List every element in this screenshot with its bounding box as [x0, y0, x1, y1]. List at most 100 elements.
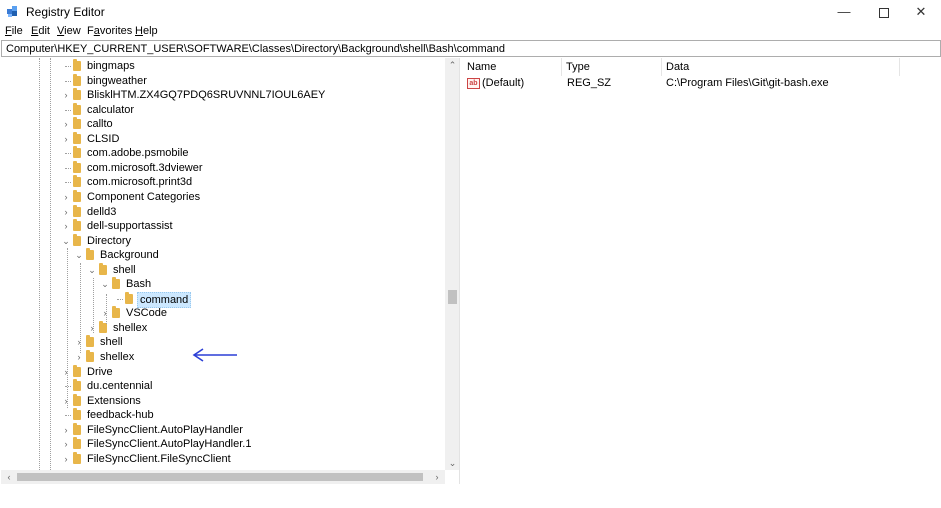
folder-icon [73, 233, 81, 246]
chevron-right-icon[interactable]: › [74, 350, 84, 364]
tree-item-label[interactable]: du.centennial [85, 379, 154, 393]
tree-item[interactable]: › CLSID [1, 131, 446, 147]
chevron-right-icon[interactable]: › [61, 452, 71, 466]
tree-item-label[interactable]: bingmaps [85, 59, 137, 73]
folder-icon [73, 117, 81, 130]
chevron-right-icon[interactable]: › [61, 190, 71, 204]
tree-item[interactable]: › dell-supportassist [1, 219, 446, 234]
scroll-right-icon[interactable]: › [431, 470, 443, 484]
chevron-right-icon[interactable]: › [61, 88, 71, 102]
folder-icon [73, 102, 81, 115]
address-bar[interactable]: Computer\HKEY_CURRENT_USER\SOFTWARE\Clas… [1, 40, 941, 57]
folder-icon [99, 320, 107, 333]
tree-item-label[interactable]: Extensions [85, 394, 143, 408]
tree-item[interactable]: › Component Categories [1, 189, 446, 205]
tree-item-label[interactable]: feedback-hub [85, 408, 156, 422]
chevron-right-icon[interactable]: › [74, 335, 84, 349]
chevron-down-icon[interactable]: ⌄ [87, 263, 97, 277]
chevron-right-icon[interactable]: › [61, 205, 71, 219]
chevron-right-icon[interactable]: › [61, 394, 71, 408]
chevron-right-icon[interactable]: › [100, 306, 110, 320]
chevron-right-icon[interactable]: › [61, 365, 71, 379]
tree-item-label[interactable]: Directory [85, 234, 133, 248]
tree-item-label[interactable]: bingweather [85, 74, 149, 88]
chevron-right-icon[interactable]: › [61, 117, 71, 131]
tree-item-label[interactable]: VSCode [124, 306, 169, 320]
maximize-button[interactable] [866, 2, 902, 22]
value-type: REG_SZ [567, 77, 612, 89]
chevron-right-icon[interactable]: › [61, 219, 71, 233]
tree-connector [65, 415, 71, 417]
tree-item[interactable]: com.microsoft.3dviewer [1, 160, 446, 176]
close-button[interactable]: ✕ [903, 2, 939, 22]
chevron-right-icon[interactable]: › [61, 423, 71, 437]
tree-item[interactable]: bingmaps [1, 59, 446, 74]
chevron-right-icon[interactable]: › [61, 437, 71, 451]
tree-item-label[interactable]: FileSyncClient.AutoPlayHandler.1 [85, 437, 253, 451]
chevron-right-icon[interactable]: › [61, 132, 71, 146]
tree-item-label[interactable]: Drive [85, 365, 115, 379]
tree-item-label[interactable]: callto [85, 117, 115, 131]
chevron-down-icon[interactable]: ⌄ [74, 248, 84, 262]
menu-file[interactable]: File [5, 25, 23, 37]
column-header-name[interactable]: Name [463, 58, 562, 76]
menu-help[interactable]: Help [135, 25, 158, 37]
folder-icon [86, 248, 94, 261]
tree-item[interactable]: feedback-hub [1, 408, 446, 423]
tree-connector [65, 153, 71, 155]
folder-icon [73, 364, 81, 377]
registry-tree: bingmaps bingweather › BlisklHTM.ZX4GQ7PDQ6… [1, 58, 460, 484]
tree-item-label[interactable]: delld3 [85, 205, 118, 219]
tree-item-label[interactable]: BlisklHTM.ZX4GQ7PDQ6SRUVNNL7IOUL6AEY [85, 88, 327, 102]
tree-item[interactable]: › FileSyncClient.FileSyncClient [1, 451, 446, 467]
scroll-down-icon[interactable]: ⌄ [445, 456, 459, 470]
tree-item[interactable]: › FileSyncClient.AutoPlayHandler [1, 422, 446, 438]
tree-item-label[interactable]: shellex [111, 321, 149, 335]
tree-vertical-scrollbar[interactable]: ⌃ ⌄ [445, 58, 459, 470]
tree-connector [65, 109, 71, 111]
column-header-data[interactable]: Data [662, 58, 900, 76]
tree-item-label[interactable]: com.microsoft.3dviewer [85, 161, 205, 175]
tree-item[interactable]: ⌄ Directory [1, 233, 446, 249]
menu-edit[interactable]: Edit [31, 25, 50, 37]
tree-item-label[interactable]: com.microsoft.print3d [85, 175, 194, 189]
list-item[interactable]: ab (Default) REG_SZ C:\Program Files\Git… [463, 76, 941, 92]
menu-view[interactable]: View [57, 25, 81, 37]
tree-item[interactable]: › callto [1, 117, 446, 132]
scroll-up-icon[interactable]: ⌃ [445, 58, 459, 72]
tree-item-label[interactable]: FileSyncClient.AutoPlayHandler [85, 423, 245, 437]
address-path[interactable]: Computer\HKEY_CURRENT_USER\SOFTWARE\Clas… [6, 43, 505, 55]
tree-guide-line [80, 263, 81, 353]
menu-favorites[interactable]: Favorites [87, 25, 132, 37]
tree-item-label[interactable]: Bash [124, 277, 153, 291]
tree-horizontal-scrollbar[interactable]: ‹ › [1, 470, 445, 484]
tree-item[interactable]: com.microsoft.print3d [1, 175, 446, 190]
chevron-down-icon[interactable]: ⌄ [100, 277, 110, 291]
tree-item-label[interactable]: Component Categories [85, 190, 202, 204]
folder-icon [73, 451, 81, 464]
tree-item-label[interactable]: FileSyncClient.FileSyncClient [85, 452, 233, 466]
vertical-scroll-thumb[interactable] [448, 290, 457, 304]
tree-item-label[interactable]: dell-supportassist [85, 219, 175, 233]
column-header-type[interactable]: Type [562, 58, 662, 76]
tree-item[interactable]: › delld3 [1, 204, 446, 220]
tree-item-label[interactable]: shell [111, 263, 138, 277]
tree-item-label[interactable]: CLSID [85, 132, 121, 146]
chevron-down-icon[interactable]: ⌄ [61, 234, 71, 248]
tree-item-label[interactable]: shell [98, 335, 125, 349]
tree-item-label[interactable]: calculator [85, 103, 136, 117]
tree-item[interactable]: com.adobe.psmobile [1, 146, 446, 161]
horizontal-scroll-thumb[interactable] [17, 473, 423, 481]
tree-item[interactable]: › BlisklHTM.ZX4GQ7PDQ6SRUVNNL7IOUL6AEY [1, 88, 446, 103]
folder-icon [73, 408, 81, 421]
tree-item[interactable]: › FileSyncClient.AutoPlayHandler.1 [1, 437, 446, 452]
scroll-left-icon[interactable]: ‹ [3, 470, 15, 484]
tree-item-label[interactable]: com.adobe.psmobile [85, 146, 191, 160]
tree-item[interactable]: calculator [1, 102, 446, 118]
tree-item-label[interactable]: Background [98, 248, 161, 262]
chevron-right-icon[interactable]: › [87, 321, 97, 335]
tree-item[interactable]: bingweather [1, 73, 446, 89]
minimize-button[interactable]: — [826, 2, 862, 22]
folder-icon [73, 189, 81, 202]
tree-item-label[interactable]: shellex [98, 350, 136, 364]
